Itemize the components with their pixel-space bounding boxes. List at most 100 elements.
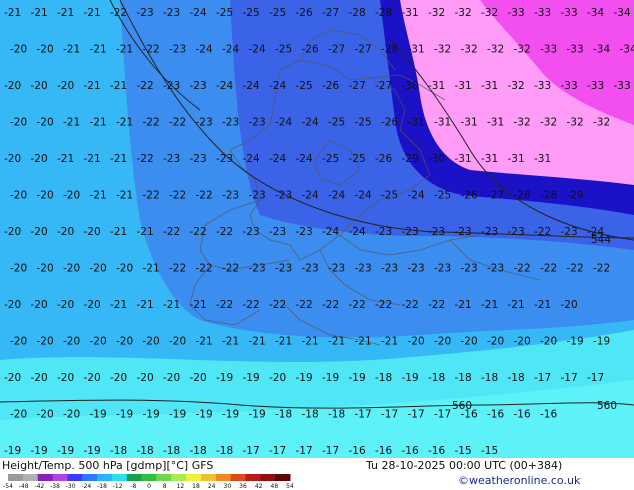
temperature-label: -32 (593, 117, 610, 129)
temperature-label: -25 (349, 153, 366, 165)
temperature-label: -26 (381, 117, 398, 129)
temperature-label: -26 (322, 80, 339, 92)
temperature-label: -31 (455, 80, 472, 92)
temperature-label: -24 (275, 117, 292, 129)
temperature-label: -22 (190, 226, 207, 238)
temperature-label: -18 (375, 372, 392, 384)
temperature-label: -20 (37, 117, 54, 129)
map-datetime: Tu 28-10-2025 00:00 UTC (00+384) (366, 459, 563, 472)
temperature-label: -23 (163, 153, 180, 165)
temperature-label: -20 (63, 190, 80, 202)
temperature-label: -20 (31, 372, 48, 384)
temperature-label: -24 (190, 7, 207, 19)
temperature-label: -33 (534, 7, 551, 19)
temperature-label: -22 (243, 299, 260, 311)
temperature-label: -21 (196, 336, 213, 348)
temperature-label: -22 (534, 226, 551, 238)
temperature-label: -34 (614, 7, 631, 19)
temperature-label: -23 (243, 226, 260, 238)
legend-tick-label: -30 (66, 483, 76, 490)
temperature-label: -20 (31, 153, 48, 165)
temperature-label: -20 (461, 336, 478, 348)
temperature-label: -19 (31, 445, 48, 457)
temperature-label: -21 (90, 44, 107, 56)
temperature-label: -31 (408, 117, 425, 129)
temperature-label: -21 (275, 336, 292, 348)
temperature-label: -17 (381, 409, 398, 421)
temperature-label: -19 (57, 445, 74, 457)
temperature-legend: -54 -48 -42 -38 -30 -24 -18 -12 -8 0 8 12 18 24 30 36 42… (3, 474, 294, 490)
temperature-label: -16 (487, 409, 504, 421)
temperature-label: -20 (169, 336, 186, 348)
temperature-label: -20 (10, 117, 27, 129)
temperature-label: -26 (296, 7, 313, 19)
temperature-label: -28 (381, 44, 398, 56)
temperature-label: -20 (37, 190, 54, 202)
legend-tick-label: 30 (224, 483, 232, 490)
temperature-label: -33 (567, 44, 584, 56)
temperature-label: -22 (514, 263, 531, 275)
temperature-label: -23 (461, 263, 478, 275)
temperature-label: -22 (593, 263, 610, 275)
temperature-label: -23 (455, 226, 472, 238)
temperature-label: -31 (455, 153, 472, 165)
temperature-label: -20 (163, 372, 180, 384)
temperature-label: -30 (428, 153, 445, 165)
temperature-label: -27 (355, 44, 372, 56)
temperature-label: -21 (90, 117, 107, 129)
temperature-label: -18 (428, 372, 445, 384)
temperature-label: -21 (116, 190, 133, 202)
temperature-label: -19 (196, 409, 213, 421)
temperature-label: -20 (137, 372, 154, 384)
legend-swatch (215, 474, 232, 481)
temperature-label: -19 (143, 409, 160, 421)
temperature-label: -23 (487, 263, 504, 275)
temperature-label: -23 (481, 226, 498, 238)
legend-swatch (22, 474, 39, 481)
temperature-label: -31 (508, 153, 525, 165)
temperature-label: -21 (508, 299, 525, 311)
temperature-label: -24 (269, 153, 286, 165)
temperature-label: -25 (434, 190, 451, 202)
temperature-label: -21 (63, 44, 80, 56)
temperature-label: -33 (561, 7, 578, 19)
temperature-label: -25 (275, 44, 292, 56)
temperature-label: -20 (408, 336, 425, 348)
legend-tick-label: 18 (192, 483, 200, 490)
temperature-label: -23 (402, 226, 419, 238)
temperature-label: -20 (84, 226, 101, 238)
temperature-label: -24 (249, 44, 266, 56)
temperature-label: -21 (57, 7, 74, 19)
temperature-label: -21 (163, 299, 180, 311)
temperature-label: -20 (37, 409, 54, 421)
temperature-label: -32 (567, 117, 584, 129)
temperature-label: -21 (4, 7, 21, 19)
temperature-label: -20 (540, 336, 557, 348)
temperature-label: -31 (434, 117, 451, 129)
temperature-label: -21 (137, 226, 154, 238)
temperature-label: -21 (31, 7, 48, 19)
temperature-label: -24 (302, 190, 319, 202)
temperature-label: -25 (355, 117, 372, 129)
temperature-label: -17 (243, 445, 260, 457)
temperature-label: -20 (31, 226, 48, 238)
temperature-label: -15 (455, 445, 472, 457)
legend-tick-label: -48 (19, 483, 29, 490)
temperature-label: -16 (375, 445, 392, 457)
temperature-label: -23 (381, 263, 398, 275)
temperature-label: -32 (514, 117, 531, 129)
temperature-label: -21 (302, 336, 319, 348)
temperature-label: -22 (143, 190, 160, 202)
temperature-label: -24 (587, 226, 604, 238)
temperature-label: -23 (408, 263, 425, 275)
temperature-label: -24 (216, 80, 233, 92)
legend-tick-label: -38 (50, 483, 60, 490)
temperature-label: -23 (302, 263, 319, 275)
temperature-label: -23 (137, 7, 154, 19)
temperature-label: -24 (328, 190, 345, 202)
temperature-label: -25 (243, 7, 260, 19)
temperature-label: -18 (508, 372, 525, 384)
legend-tick-label: -24 (81, 483, 91, 490)
temperature-label: -22 (137, 80, 154, 92)
legend-swatch (275, 474, 291, 481)
